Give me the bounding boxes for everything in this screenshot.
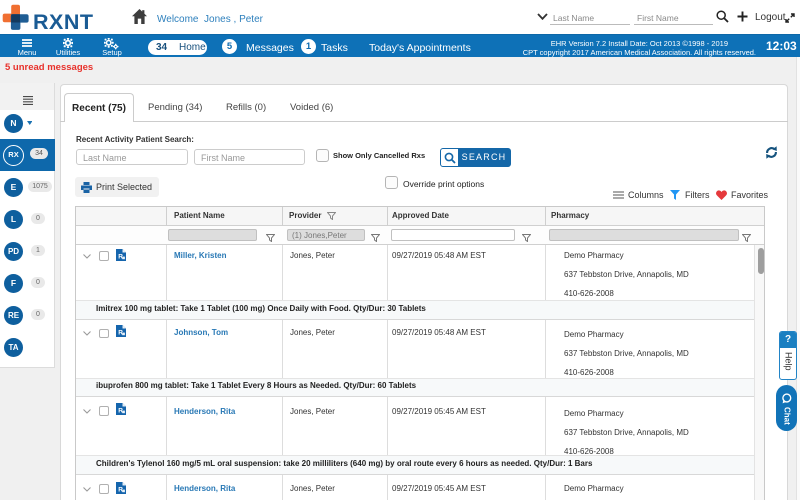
- svg-text:RXNT: RXNT: [33, 10, 94, 32]
